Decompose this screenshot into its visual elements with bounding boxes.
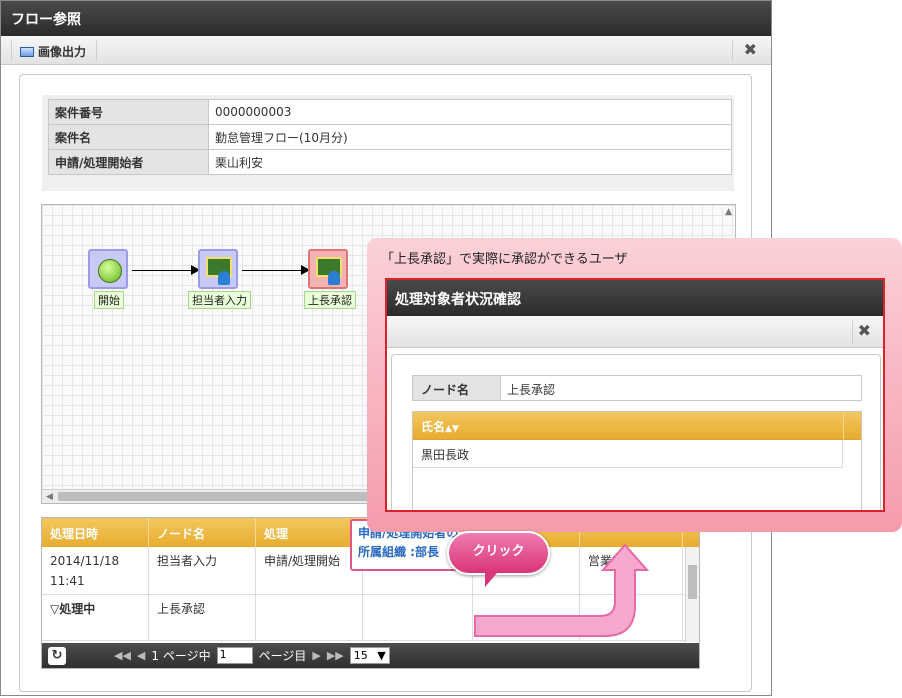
start-node[interactable] [88,249,128,289]
toolbar-divider [852,320,853,344]
cell-user [363,595,473,640]
cell-action: 申請/処理開始 [256,547,363,594]
scroll-left-icon[interactable]: ◀ [46,492,53,502]
cell-date: ▽処理中 [42,595,149,640]
node-name-key: ノード名 [413,376,501,400]
node-label: 上長承認 [304,291,356,309]
info-value: 栗山利安 [208,149,732,175]
dialog-panel: ノード名 上長承認 氏名▲▼ 黒田長政 [391,354,881,510]
flow-arrow [242,265,310,275]
pager-prefix: 1 ページ中 [151,649,211,663]
info-key: 案件番号 [48,99,209,125]
cell-node: 担当者入力 [149,547,256,594]
export-image-label: 画像出力 [38,45,87,59]
toolbar-divider [732,40,733,61]
cell-action [256,595,363,640]
info-key: 案件名 [48,124,209,150]
flow-arrow [132,265,200,275]
pager-suffix: ページ目 [258,649,307,663]
window-toolbar: 画像出力 ✖ [1,36,771,65]
page-input[interactable]: 1 [216,647,253,664]
sort-icon[interactable]: ▲▼ [445,424,459,434]
per-page-select[interactable]: 15 ▼ [349,647,390,664]
active-task-node[interactable] [308,249,348,289]
scrollbar-thumb[interactable] [58,492,378,501]
user-grid-header[interactable]: 氏名▲▼ [413,412,861,440]
cell-node: 上長承認 [149,595,256,640]
grid-pager: ↻ ◀◀ ◀ 1 ページ中 1 ページ目 ▶ ▶▶ 15 ▼ [42,643,699,668]
prev-page-icon[interactable]: ◀ [137,649,145,662]
close-icon[interactable]: ✖ [744,40,757,59]
column-header[interactable]: ノード名 [149,518,256,547]
person-icon [218,271,230,285]
user-grid: 氏名▲▼ 黒田長政 [412,411,862,510]
task-node[interactable] [198,249,238,289]
info-row: 申請/処理開始者 栗山利安 [48,149,732,175]
info-row: 案件名 勤怠管理フロー(10月分) [48,124,732,150]
close-icon[interactable]: ✖ [858,321,871,340]
info-value: 0000000003 [208,99,732,125]
scroll-up-icon[interactable]: ▲ [725,207,732,217]
node-label: 担当者入力 [188,291,251,309]
node-name-value: 上長承認 [507,383,556,397]
dialog-title: 処理対象者状況確認 [387,280,883,316]
callout-caption: 「上長承認」で実際に承認ができるユーザ [381,252,628,267]
cell-date: 2014/11/18 11:41 [42,547,149,594]
dialog-toolbar: ✖ [387,316,883,348]
scrollbar-thumb[interactable] [688,565,697,599]
refresh-icon[interactable]: ↻ [48,646,66,665]
case-info-table: 案件番号 0000000003 案件名 勤怠管理フロー(10月分) 申請/処理開始者… [48,99,732,175]
info-key: 申請/処理開始者 [48,149,209,175]
node-name-table: ノード名 上長承認 [412,375,862,401]
table-row[interactable]: 黒田長政 [413,440,843,468]
window-title: フロー参照 [1,1,771,36]
annotation-callout: 「上長承認」で実際に承認ができるユーザ 処理対象者状況確認 ✖ ノード名 上長承… [367,238,902,532]
column-header[interactable]: 処理 [256,518,363,547]
image-icon [20,46,34,57]
first-page-icon[interactable]: ◀◀ [114,649,131,662]
last-page-icon[interactable]: ▶▶ [327,649,344,662]
column-header[interactable]: 処理日時 [42,518,149,547]
chevron-down-icon: ▼ [377,649,386,662]
header-scroll-spacer [843,412,861,440]
person-icon [328,271,340,285]
export-image-button[interactable]: 画像出力 [11,40,98,61]
per-page-value: 15 [353,649,368,662]
info-row: 案件番号 0000000003 [48,99,732,125]
start-circle-icon [98,259,122,283]
grid-vertical-scrollbar[interactable] [685,547,699,642]
name-column-label: 氏名 [421,420,446,434]
assignee-status-dialog: 処理対象者状況確認 ✖ ノード名 上長承認 氏名▲▼ 黒田長政 [385,278,885,512]
click-bubble: クリック [447,531,550,587]
next-page-icon[interactable]: ▶ [312,649,320,662]
info-value: 勤怠管理フロー(10月分) [208,124,732,150]
node-label: 開始 [94,291,124,309]
